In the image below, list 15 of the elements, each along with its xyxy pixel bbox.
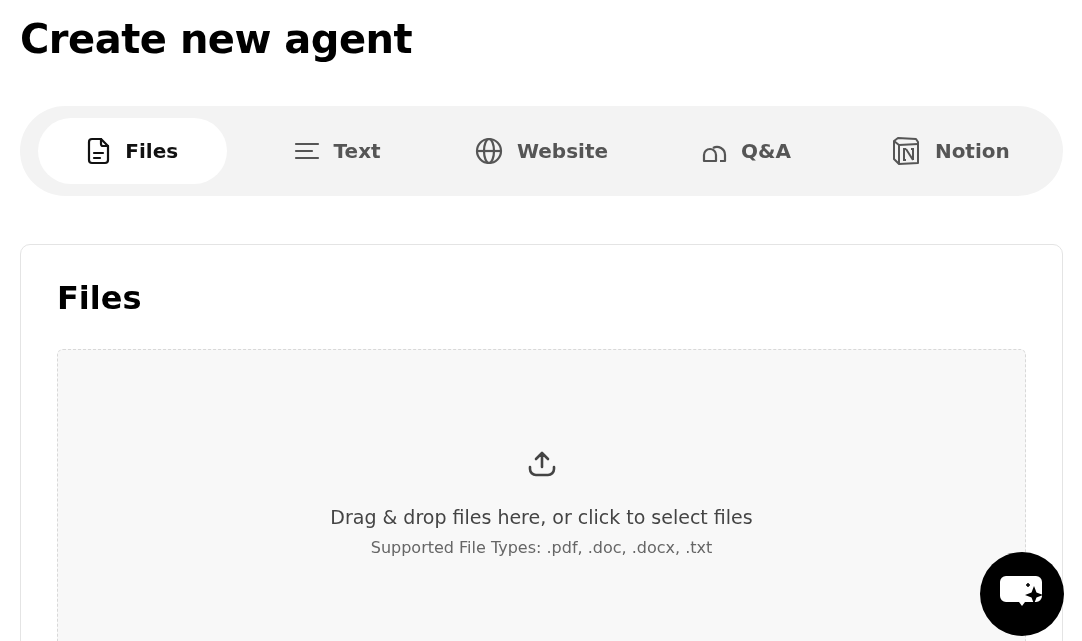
- upload-icon: [526, 450, 557, 478]
- globe-icon: [474, 137, 503, 165]
- tab[interactable]: Q&A: [651, 118, 841, 184]
- tab[interactable]: Notion: [855, 118, 1046, 184]
- file-dropzone[interactable]: Drag & drop files here, or click to select files Supported File Types: .pdf, .doc, .docx, .txt: [57, 349, 1026, 641]
- section-heading: Files: [57, 278, 143, 319]
- lines-icon: [293, 142, 320, 160]
- file-types-hint: Supported File Types: .pdf, .doc, .docx, .txt: [370, 538, 713, 557]
- dropzone-prompt: Drag & drop files here, or click to select files: [330, 506, 753, 528]
- notion-logo-icon: [890, 136, 921, 166]
- page-title: Create new agent: [20, 15, 414, 64]
- document-icon: [87, 137, 112, 165]
- tab[interactable]: Website: [446, 118, 637, 184]
- tab[interactable]: Files: [38, 118, 228, 184]
- tab[interactable]: Text: [242, 118, 432, 184]
